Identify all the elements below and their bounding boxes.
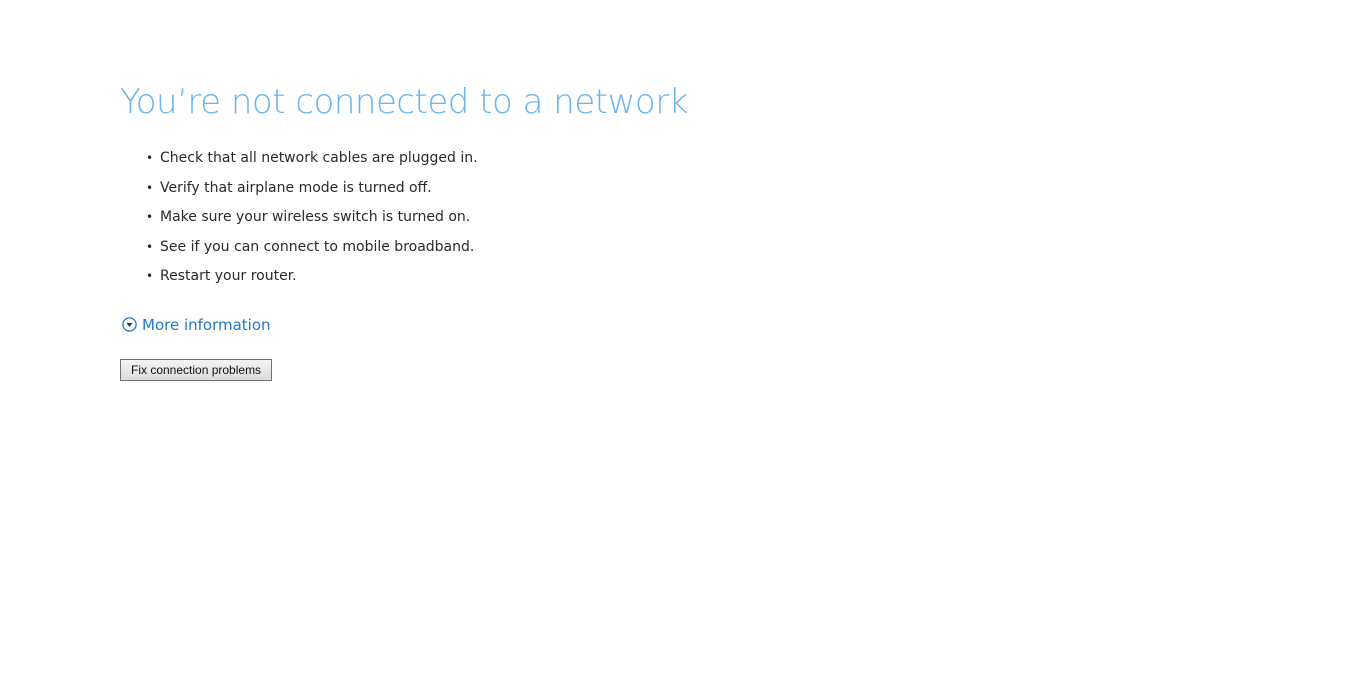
more-information-link[interactable]: More information <box>122 315 271 335</box>
bullet-icon: • <box>146 210 154 224</box>
tip-item: • See if you can connect to mobile broadb… <box>146 233 820 263</box>
error-page: You’re not connected to a network • Check… <box>0 0 1366 689</box>
more-information-label[interactable]: More information <box>142 315 271 335</box>
bullet-icon: • <box>146 239 154 254</box>
page-title: You’re not connected to a network <box>120 82 688 122</box>
fix-connection-problems-button[interactable]: Fix connection problems <box>120 358 273 381</box>
bullet-icon: • <box>146 151 154 165</box>
tip-text: Verify that airplane mode is turned off. <box>160 179 432 196</box>
tip-item: • Restart your router. <box>146 262 820 292</box>
chevron-down-circle-icon[interactable] <box>122 317 137 332</box>
tip-text: Make sure your wireless switch is turned… <box>160 209 471 225</box>
troubleshooting-tips-list: • Check that all network cables are plugg… <box>120 144 820 292</box>
tip-item: • Make sure your wireless switch is turne… <box>146 203 820 233</box>
tip-text: Check that all network cables are plugge… <box>160 150 478 166</box>
tip-item: • Check that all network cables are plugg… <box>146 144 820 174</box>
bullet-icon: • <box>146 180 154 195</box>
error-content: You’re not connected to a network • Check… <box>120 80 820 381</box>
tip-text: See if you can connect to mobile broadba… <box>160 238 475 255</box>
bullet-icon: • <box>146 269 154 283</box>
tip-item: • Verify that airplane mode is turned off… <box>146 174 820 204</box>
tip-text: Restart your router. <box>160 268 297 284</box>
